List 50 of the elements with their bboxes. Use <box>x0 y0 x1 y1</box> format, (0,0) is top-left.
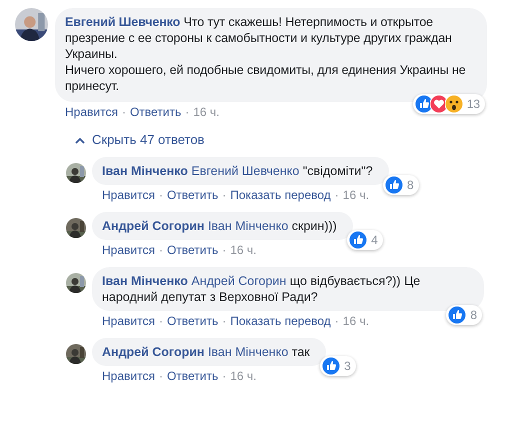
mention-link[interactable]: Андрей Согорин <box>191 274 286 288</box>
comment-action-link[interactable]: Нравится <box>102 314 155 329</box>
reaction-count: 4 <box>371 232 378 248</box>
comment-text: Андрей Согорин Іван Мінченко так <box>102 345 310 359</box>
separator-dot: · <box>334 314 339 329</box>
separator-dot: · <box>334 188 339 203</box>
comment-action-link[interactable]: Нравится <box>65 105 118 120</box>
comment-action-link[interactable]: Показать перевод <box>230 188 331 203</box>
comment-action-link[interactable]: Нравится <box>102 369 155 384</box>
mention-link[interactable]: Іван Мінченко <box>208 219 288 233</box>
comment-action-link[interactable]: Ответить <box>130 105 182 120</box>
separator-dot: · <box>158 369 163 384</box>
separator-dot: · <box>222 243 226 258</box>
comment-action-link[interactable]: Нравится <box>102 188 155 203</box>
separator-dot: · <box>222 188 226 203</box>
reaction-count: 8 <box>406 177 414 193</box>
comment-action-link[interactable]: Показать перевод <box>230 314 331 329</box>
comment-text: Іван Мінченко Евгений Шевченко "свідоміти"? <box>102 164 373 178</box>
mention-link[interactable]: Іван Мінченко <box>208 345 288 359</box>
chevron-up-icon <box>75 136 85 144</box>
comment-text: Андрей Согорин Іван Мінченко скрин))) <box>102 219 337 233</box>
separator-dot: · <box>158 188 163 203</box>
reaction-count: 8 <box>470 307 477 323</box>
thumbs-up-icon <box>349 231 368 249</box>
separator-dot: · <box>122 105 126 120</box>
author-name-link[interactable]: Андрей Согорин <box>102 345 204 359</box>
comment-text: Іван Мінченко Андрей Согорин що відбувається?)) Це народний депутат з Верховної Ради? <box>102 274 420 304</box>
separator-dot: · <box>222 369 226 384</box>
comment-action-link[interactable]: Ответить <box>166 243 218 258</box>
separator-dot: · <box>158 243 163 258</box>
separator-dot: · <box>185 105 190 120</box>
reaction-count: 3 <box>344 358 351 374</box>
comment-text: Евгений Шевченко Что тут скажешь! Нетерпимость и открытое презрение с ее стороны к самобытности и культуре других граждан Украины. Ничего хорошего, ей подобные свидомиты, для единения Украины не принесут. <box>65 15 466 93</box>
reaction-count: 13 <box>466 96 480 112</box>
author-name-link[interactable]: Іван Мінченко <box>102 274 188 288</box>
author-name-link[interactable]: Евгений Шевченко <box>65 15 180 29</box>
author-name-link[interactable]: Андрей Согорин <box>102 219 204 233</box>
mention-link[interactable]: Евгений Шевченко <box>191 164 300 178</box>
thumbs-up-icon <box>384 176 403 194</box>
comment-action-link[interactable]: Ответить <box>166 188 218 203</box>
hide-replies-button[interactable]: Скрыть 47 ответов <box>75 132 204 148</box>
thumbs-up-icon <box>448 306 466 324</box>
author-name-link[interactable]: Іван Мінченко <box>102 164 188 178</box>
comment-action-link[interactable]: Нравится <box>102 243 155 258</box>
separator-dot: · <box>158 314 163 329</box>
separator-dot: · <box>222 314 226 329</box>
comment-action-link[interactable]: Ответить <box>166 369 218 384</box>
comment-action-link[interactable]: Ответить <box>166 314 218 329</box>
thumbs-up-icon <box>322 357 340 375</box>
surprised-emoji-icon <box>444 95 463 113</box>
